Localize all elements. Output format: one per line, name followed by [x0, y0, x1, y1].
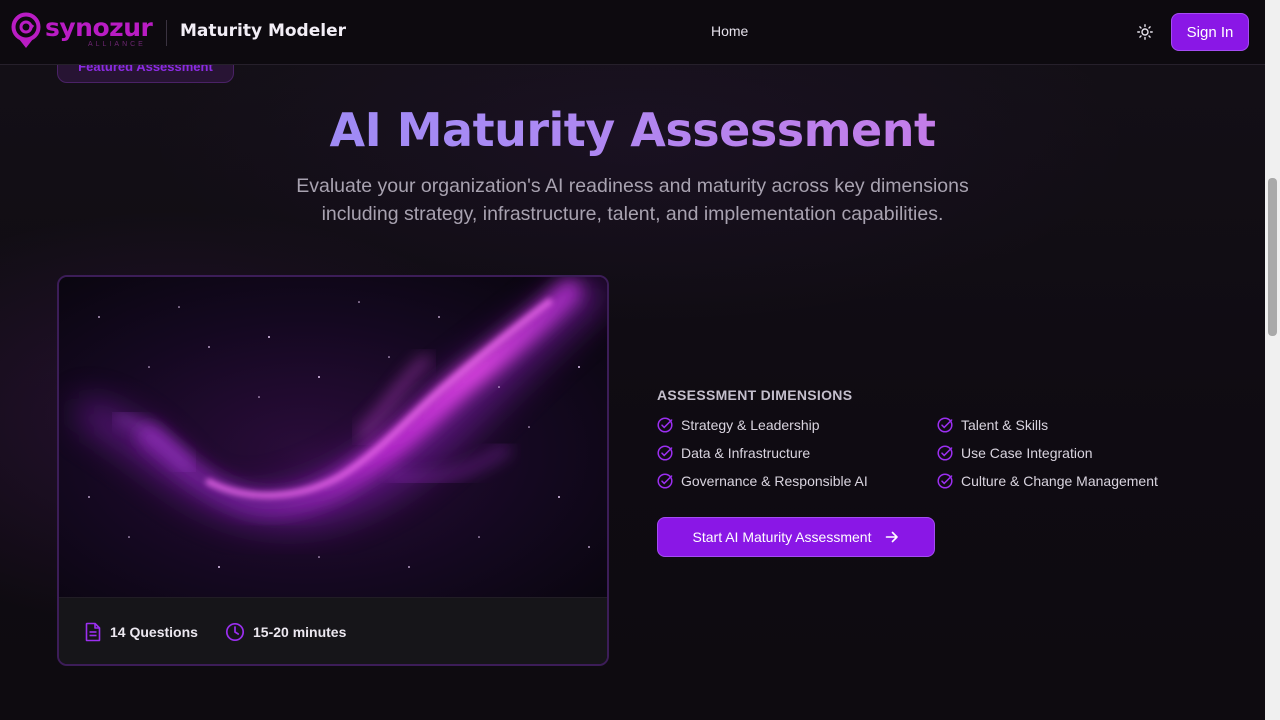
- check-circle-icon: [657, 445, 673, 461]
- page-subtitle: Evaluate your organization's AI readines…: [270, 172, 995, 228]
- clock-icon: [225, 622, 245, 642]
- subtitle-line-1: Evaluate your organization's AI readines…: [296, 175, 969, 197]
- sun-icon: [1137, 24, 1153, 40]
- dimension-label: Talent & Skills: [961, 417, 1049, 433]
- duration-label: 15-20 minutes: [253, 624, 347, 640]
- check-circle-icon: [657, 417, 673, 433]
- question-count: 14 Questions: [84, 622, 198, 642]
- app-title: Maturity Modeler: [180, 21, 346, 41]
- dimension-label: Data & Infrastructure: [681, 445, 811, 461]
- document-icon: [85, 622, 101, 642]
- check-circle-icon: [937, 473, 953, 489]
- assessment-card[interactable]: 14 Questions 15-20 minutes: [57, 275, 609, 666]
- location-pin-logo-icon: [11, 12, 41, 48]
- dimension-item: Strategy & Leadership: [657, 417, 820, 433]
- top-nav-bar: synozur ALLIANCE Maturity Modeler Home S…: [0, 0, 1265, 65]
- question-count-label: 14 Questions: [110, 624, 198, 640]
- scrollbar-thumb[interactable]: [1268, 178, 1277, 336]
- dimension-label: Governance & Responsible AI: [681, 473, 868, 489]
- duration: 15-20 minutes: [225, 622, 346, 642]
- check-circle-icon: [937, 445, 953, 461]
- page: synozur ALLIANCE Maturity Modeler Home S…: [0, 0, 1280, 720]
- arrow-right-icon: [886, 531, 899, 543]
- dimensions-heading: ASSESSMENT DIMENSIONS: [657, 387, 853, 403]
- nebula-image: [59, 277, 607, 597]
- subtitle-line-2: including strategy, infrastructure, tale…: [321, 203, 944, 225]
- scrollbar-track[interactable]: [1265, 0, 1280, 720]
- start-assessment-label: Start AI Maturity Assessment: [692, 529, 872, 545]
- start-assessment-button[interactable]: Start AI Maturity Assessment: [657, 517, 935, 557]
- theme-toggle-button[interactable]: [1134, 21, 1156, 43]
- check-circle-icon: [657, 473, 673, 489]
- dimension-item: Data & Infrastructure: [657, 445, 810, 461]
- card-footer: 14 Questions 15-20 minutes: [59, 597, 607, 664]
- dimension-label: Strategy & Leadership: [681, 417, 820, 433]
- synozur-logo[interactable]: synozur ALLIANCE: [11, 12, 153, 50]
- dimension-label: Use Case Integration: [961, 445, 1093, 461]
- header-divider: [166, 20, 167, 46]
- brand-tagline: ALLIANCE: [88, 41, 146, 48]
- dimension-item: Talent & Skills: [937, 417, 1048, 433]
- dimension-item: Governance & Responsible AI: [657, 473, 868, 489]
- dimension-item: Culture & Change Management: [937, 473, 1158, 489]
- brand-name: synozur: [45, 13, 153, 42]
- page-title: AI Maturity Assessment: [0, 103, 1265, 157]
- dimension-label: Culture & Change Management: [961, 473, 1158, 489]
- check-circle-icon: [937, 417, 953, 433]
- nav-home-link[interactable]: Home: [711, 23, 748, 39]
- sign-in-button[interactable]: Sign In: [1171, 13, 1249, 51]
- dimension-item: Use Case Integration: [937, 445, 1093, 461]
